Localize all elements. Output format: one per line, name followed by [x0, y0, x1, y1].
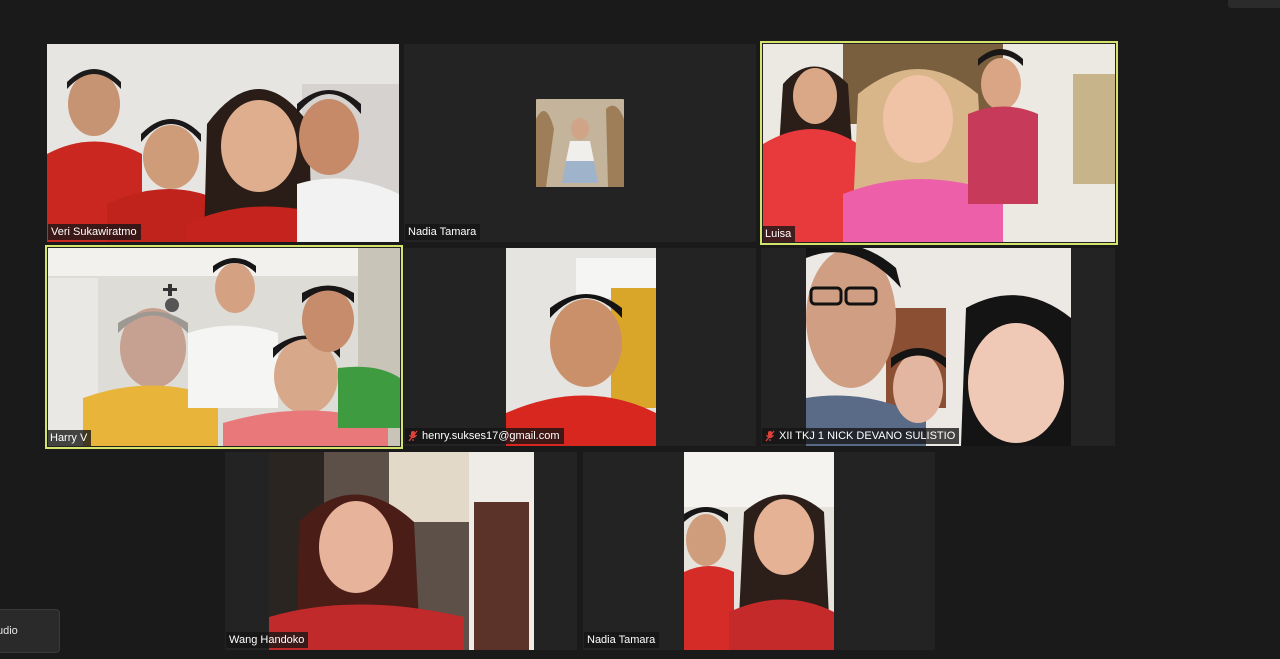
participant-name-tag: Luisa: [762, 226, 796, 242]
participant-name: Veri Sukawiratmo: [51, 226, 137, 238]
participant-video: [269, 452, 534, 650]
view-button[interactable]: [1228, 0, 1280, 8]
participant-video: [47, 44, 399, 242]
participant-name: Wang Handoko: [229, 634, 305, 646]
participant-name: Nadia Tamara: [587, 634, 656, 646]
participant-video: [506, 248, 656, 446]
participant-name: XII TKJ 1 NICK DEVANO SULISTIO: [779, 430, 956, 442]
profile-picture: [536, 99, 624, 187]
mic-muted-icon: [765, 430, 775, 442]
participant-tile-veri[interactable]: Veri Sukawiratmo: [47, 44, 399, 242]
participant-name: Nadia Tamara: [408, 226, 477, 238]
participant-name-tag: Nadia Tamara: [405, 224, 481, 240]
participant-name: henry.sukses17@gmail.com: [422, 430, 560, 442]
participant-tile-nadia[interactable]: Nadia Tamara: [583, 452, 935, 650]
audio-button[interactable]: udio: [0, 609, 60, 653]
participant-name-tag: XII TKJ 1 NICK DEVANO SULISTIO: [762, 428, 960, 444]
participant-video: [806, 248, 1071, 446]
participant-tile-luisa[interactable]: Luisa: [760, 41, 1118, 245]
participant-video: [48, 248, 400, 446]
participant-tile-nadia-video-off[interactable]: Nadia Tamara: [404, 44, 756, 242]
participant-name: Luisa: [765, 228, 792, 240]
participant-tile-harry[interactable]: Harry V: [45, 245, 403, 449]
mic-muted-icon: [408, 430, 418, 442]
participant-video: [763, 44, 1115, 242]
participant-name-tag: Harry V: [47, 430, 92, 446]
participant-name-tag: Nadia Tamara: [584, 632, 660, 648]
participant-name-tag: Wang Handoko: [226, 632, 309, 648]
participant-name-tag: Veri Sukawiratmo: [48, 224, 141, 240]
participant-tile-wang[interactable]: Wang Handoko: [225, 452, 577, 650]
participant-name: Harry V: [50, 432, 88, 444]
participant-name-tag: henry.sukses17@gmail.com: [405, 428, 564, 444]
participant-tile-henry[interactable]: henry.sukses17@gmail.com: [404, 248, 756, 446]
audio-button-label: udio: [0, 625, 18, 637]
participant-tile-nick[interactable]: XII TKJ 1 NICK DEVANO SULISTIO: [761, 248, 1115, 446]
participant-video: [684, 452, 834, 650]
